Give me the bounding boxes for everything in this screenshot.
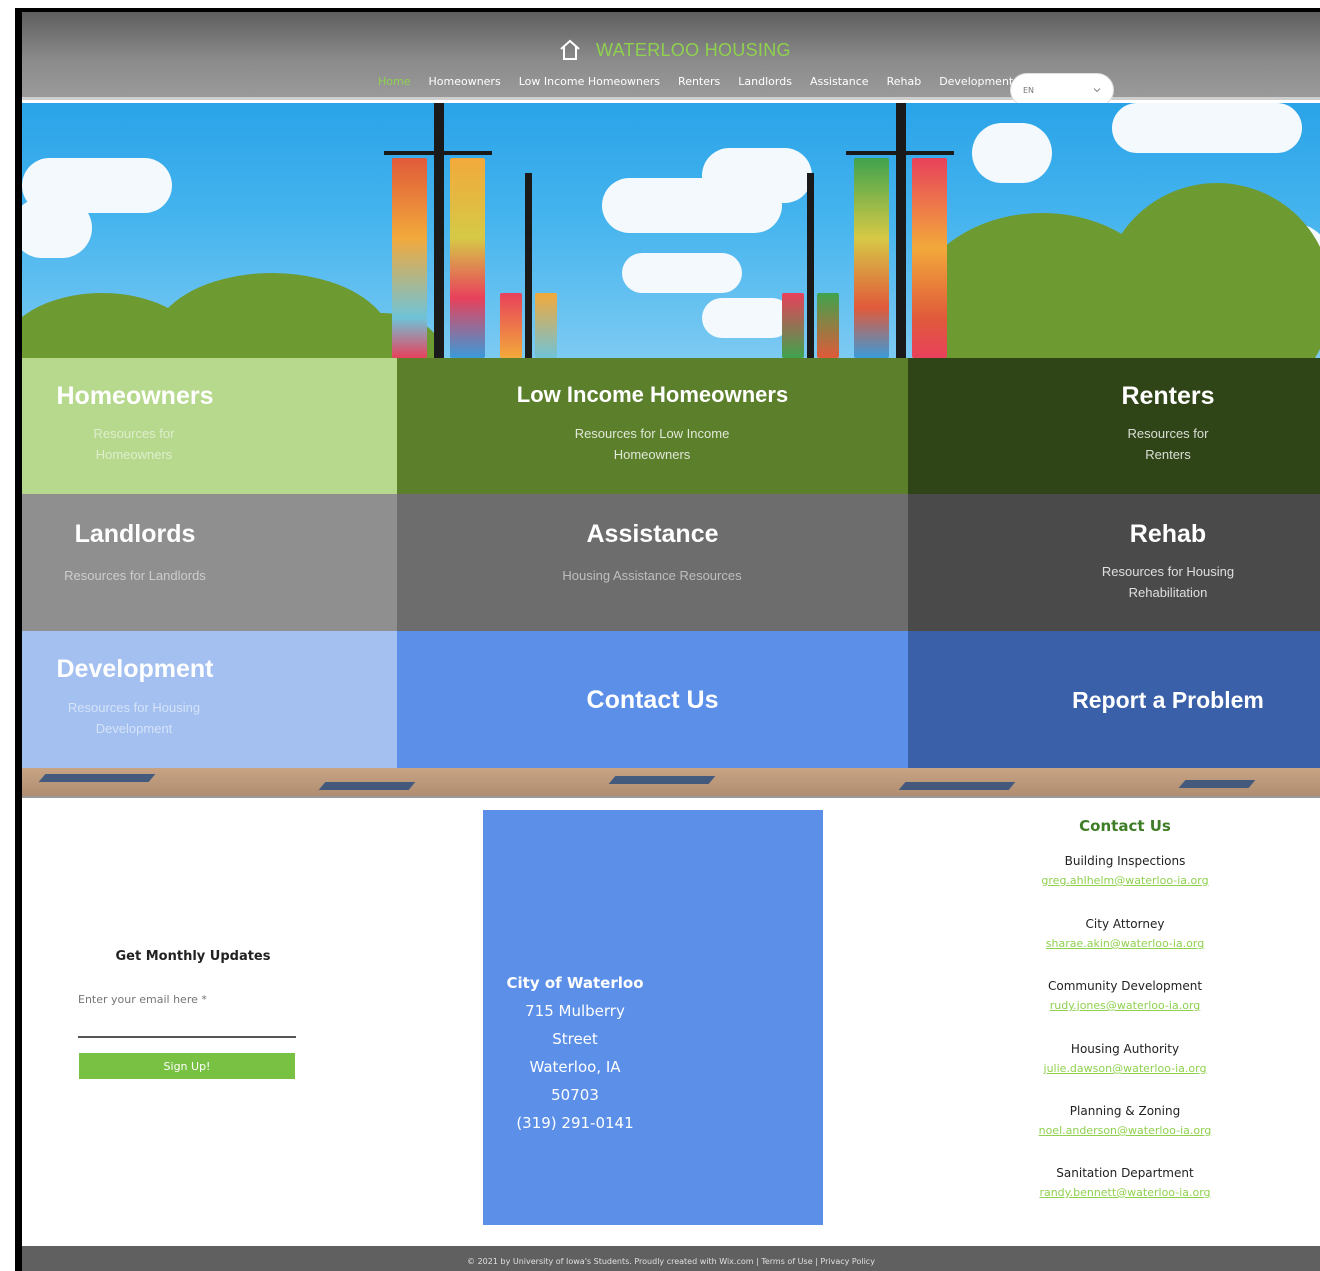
contact-city-attorney: City Attorney sharae.akin@waterloo-ia.or… — [1010, 917, 1240, 950]
tile-subtitle: Resources for Renters — [1127, 426, 1209, 462]
tile-rehab[interactable]: Rehab Resources for Housing Rehabilitati… — [908, 494, 1320, 631]
tile-assistance[interactable]: Assistance Housing Assistance Resources — [397, 494, 908, 631]
nav-renters[interactable]: Renters — [678, 75, 720, 88]
tile-contact-us[interactable]: Contact Us — [397, 631, 908, 768]
tile-title: Low Income Homeowners — [516, 382, 789, 407]
brand-title: WATERLOO HOUSING — [596, 39, 791, 60]
tile-subtitle: Resources for Low Income Homeowners — [574, 426, 730, 462]
nav-rehab[interactable]: Rehab — [887, 75, 922, 88]
tile-title: Landlords — [74, 520, 196, 548]
tile-report-a-problem[interactable]: Report a Problem — [908, 631, 1320, 768]
nav-home[interactable]: Home — [378, 75, 410, 88]
tile-title: Homeowners — [56, 382, 214, 410]
contact-name: City Attorney — [1085, 917, 1165, 931]
sign-up-button[interactable]: Sign Up! — [79, 1053, 295, 1079]
site-footer: © 2021 by University of Iowa's Students.… — [22, 1246, 1320, 1271]
address-block: City of Waterloo 715 Mulberry Street Wat… — [505, 969, 645, 1137]
tile-title: Assistance — [586, 520, 719, 548]
address-phone: (319) 291-0141 — [516, 1114, 634, 1132]
tile-subtitle: Resources for Homeowners — [93, 426, 175, 462]
contact-building-inspections: Building Inspections greg.ahlhelm@waterl… — [1010, 854, 1240, 887]
tile-development[interactable]: Development Resources for Housing Develo… — [22, 631, 397, 768]
contact-housing-authority: Housing Authority julie.dawson@waterloo-… — [1010, 1042, 1240, 1075]
email-field[interactable] — [78, 990, 296, 1038]
contact-email-link[interactable]: randy.bennett@waterloo-ia.org — [1010, 1186, 1240, 1199]
nav-landlords[interactable]: Landlords — [738, 75, 792, 88]
address-city: Waterloo, IA 50703 — [529, 1058, 621, 1104]
tile-homeowners[interactable]: Homeowners Resources for Homeowners — [22, 358, 397, 494]
language-value: EN — [1023, 85, 1035, 95]
contact-email-link[interactable]: sharae.akin@waterloo-ia.org — [1010, 937, 1240, 950]
hero-image — [22, 103, 1320, 358]
brand[interactable]: WATERLOO HOUSING — [558, 38, 791, 62]
nav-homeowners[interactable]: Homeowners — [428, 75, 500, 88]
tile-subtitle: Resources for Landlords — [64, 568, 206, 583]
house-icon — [560, 39, 580, 60]
tile-landlords[interactable]: Landlords Resources for Landlords — [22, 494, 397, 631]
contact-planning-zoning: Planning & Zoning noel.anderson@waterloo… — [1010, 1104, 1240, 1137]
footer-text: © 2021 by University of Iowa's Students.… — [467, 1257, 875, 1266]
contact-name: Community Development — [1047, 979, 1203, 993]
contact-name: Sanitation Department — [1056, 1166, 1194, 1180]
contact-email-link[interactable]: noel.anderson@waterloo-ia.org — [1010, 1124, 1240, 1137]
address-title: City of Waterloo — [506, 974, 644, 992]
category-tiles: Homeowners Resources for Homeowners Low … — [22, 358, 1320, 768]
tile-subtitle: Resources for Housing Rehabilitation — [1101, 564, 1235, 600]
signup-title: Get Monthly Updates — [115, 949, 271, 964]
window-border-left — [15, 8, 22, 1271]
contacts-title: Contact Us — [1079, 817, 1171, 835]
contact-email-link[interactable]: greg.ahlhelm@waterloo-ia.org — [1010, 874, 1240, 887]
tile-subtitle: Resources for Housing Development — [67, 700, 201, 736]
sidewalk-image-strip — [22, 768, 1320, 798]
contact-name: Building Inspections — [1064, 854, 1186, 868]
nav-assistance[interactable]: Assistance — [810, 75, 869, 88]
main-nav: Home Homeowners Low Income Homeowners Re… — [378, 75, 1013, 88]
tile-title: Contact Us — [586, 686, 719, 714]
contact-name: Planning & Zoning — [1069, 1104, 1181, 1118]
tile-renters[interactable]: Renters Resources for Renters — [908, 358, 1320, 494]
contact-name: Housing Authority — [1070, 1042, 1180, 1056]
tile-title: Renters — [1121, 382, 1215, 410]
tile-title: Development — [56, 655, 214, 683]
nav-development[interactable]: Development — [939, 75, 1013, 88]
tile-low-income-homeowners[interactable]: Low Income Homeowners Resources for Low … — [397, 358, 908, 494]
tile-title: Report a Problem — [1072, 687, 1264, 713]
contact-email-link[interactable]: rudy.jones@waterloo-ia.org — [1010, 999, 1240, 1012]
chevron-down-icon — [1093, 88, 1101, 93]
tile-subtitle: Housing Assistance Resources — [562, 568, 742, 583]
site-header: WATERLOO HOUSING Home Homeowners Low Inc… — [22, 12, 1320, 107]
address-street: 715 Mulberry Street — [525, 1002, 625, 1048]
contact-sanitation-department: Sanitation Department randy.bennett@wate… — [1010, 1166, 1240, 1199]
contact-email-link[interactable]: julie.dawson@waterloo-ia.org — [1010, 1062, 1240, 1075]
contact-community-development: Community Development rudy.jones@waterlo… — [1010, 979, 1240, 1012]
language-select[interactable]: EN — [1010, 73, 1114, 107]
nav-low-income-homeowners[interactable]: Low Income Homeowners — [519, 75, 660, 88]
tile-title: Rehab — [1129, 520, 1207, 548]
